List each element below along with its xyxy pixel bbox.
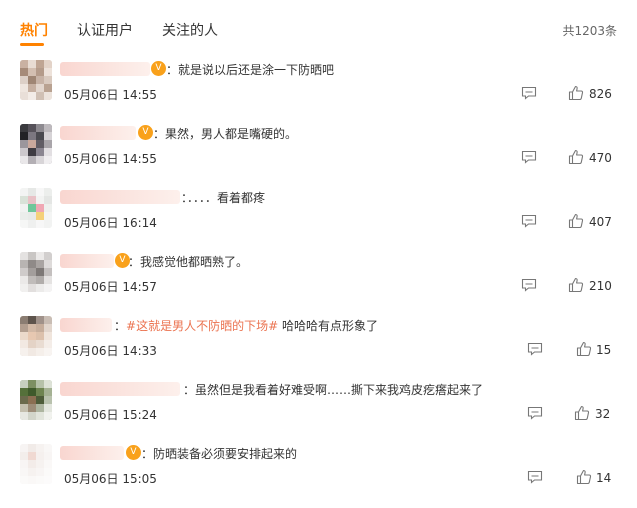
- tab-following[interactable]: 关注的人: [162, 20, 218, 40]
- avatar[interactable]: [20, 444, 52, 484]
- comment-icon[interactable]: [521, 86, 537, 100]
- comment-tabs: 热门 认证用户 关注的人 共1203条: [0, 0, 637, 52]
- comment-item: ：．．．．看着都疼 05月06日 16:14 407: [0, 188, 637, 252]
- comment-text: ：．．．．看着都疼: [181, 191, 266, 205]
- user-nickname[interactable]: [60, 126, 136, 140]
- vip-badge-icon: V: [138, 125, 153, 140]
- thumbs-up-icon[interactable]: [568, 85, 584, 101]
- like-count: 15: [596, 343, 612, 357]
- thumbs-up-icon[interactable]: [576, 469, 592, 485]
- comment-text: ：就是说以后还是涂一下防晒吧: [166, 63, 335, 77]
- comment-icon[interactable]: [521, 214, 537, 228]
- vip-badge-icon: V: [151, 61, 166, 76]
- comment-icon[interactable]: [527, 342, 543, 356]
- like-count: 210: [589, 279, 612, 293]
- comment-text: ：#这就是男人不防晒的下场# 哈哈哈有点形象了: [114, 319, 378, 333]
- comment-time: 05月06日 14:55: [64, 152, 157, 166]
- comment-time: 05月06日 14:33: [64, 344, 157, 358]
- comment-icon[interactable]: [521, 278, 537, 292]
- comment-text: ：我感觉他都晒熟了。: [128, 255, 249, 269]
- avatar[interactable]: [20, 380, 52, 420]
- tab-verified-users[interactable]: 认证用户: [77, 20, 133, 40]
- thumbs-up-icon[interactable]: [574, 405, 590, 421]
- like-count: 826: [589, 87, 612, 101]
- comment-time: 05月06日 14:55: [64, 88, 157, 102]
- comment-item: V ：果然，男人都是嘴硬的。 05月06日 14:55 470: [0, 124, 637, 188]
- avatar[interactable]: [20, 124, 52, 164]
- like-count: 14: [596, 471, 612, 485]
- tab-hot[interactable]: 热门: [20, 20, 48, 40]
- hashtag-link[interactable]: #这就是男人不防晒的下场#: [126, 319, 278, 333]
- like-count: 32: [595, 407, 611, 421]
- like-count: 407: [589, 215, 612, 229]
- user-nickname[interactable]: [60, 190, 180, 204]
- comment-item: V ：就是说以后还是涂一下防晒吧 05月06日 14:55 826: [0, 60, 637, 124]
- user-nickname[interactable]: [60, 446, 124, 460]
- thumbs-up-icon[interactable]: [576, 341, 592, 357]
- comment-item: V ：我感觉他都晒熟了。 05月06日 14:57 210: [0, 252, 637, 316]
- comment-item: ：#这就是男人不防晒的下场# 哈哈哈有点形象了 05月06日 14:33 15: [0, 316, 637, 380]
- comment-time: 05月06日 16:14: [64, 216, 157, 230]
- comment-text: ：防晒装备必须要安排起来的: [141, 447, 298, 461]
- comment-item: V ：防晒装备必须要安排起来的 05月06日 15:05 14: [0, 444, 637, 508]
- avatar[interactable]: [20, 60, 52, 100]
- comment-total-count: 共1203条: [562, 24, 617, 38]
- user-nickname[interactable]: [60, 62, 150, 76]
- comment-time: 05月06日 15:24: [64, 408, 157, 422]
- user-nickname[interactable]: [60, 318, 112, 332]
- avatar[interactable]: [20, 252, 52, 292]
- like-count: 470: [589, 151, 612, 165]
- comment-icon[interactable]: [527, 406, 543, 420]
- comment-icon[interactable]: [521, 150, 537, 164]
- user-nickname[interactable]: [60, 254, 114, 268]
- comment-time: 05月06日 14:57: [64, 280, 157, 294]
- comment-text: ：果然，男人都是嘴硬的。: [153, 127, 298, 141]
- active-tab-indicator: [20, 43, 44, 46]
- thumbs-up-icon[interactable]: [568, 149, 584, 165]
- comment-icon[interactable]: [527, 470, 543, 484]
- vip-badge-icon: V: [126, 445, 141, 460]
- comment-item: ：虽然但是我看着好难受啊……撕下来我鸡皮疙瘩起来了 05月06日 15:24 3…: [0, 380, 637, 444]
- comment-time: 05月06日 15:05: [64, 472, 157, 486]
- comment-text: ：虽然但是我看着好难受啊……撕下来我鸡皮疙瘩起来了: [183, 383, 484, 397]
- thumbs-up-icon[interactable]: [568, 213, 584, 229]
- thumbs-up-icon[interactable]: [568, 277, 584, 293]
- user-nickname[interactable]: [60, 382, 180, 396]
- avatar[interactable]: [20, 316, 52, 356]
- avatar[interactable]: [20, 188, 52, 228]
